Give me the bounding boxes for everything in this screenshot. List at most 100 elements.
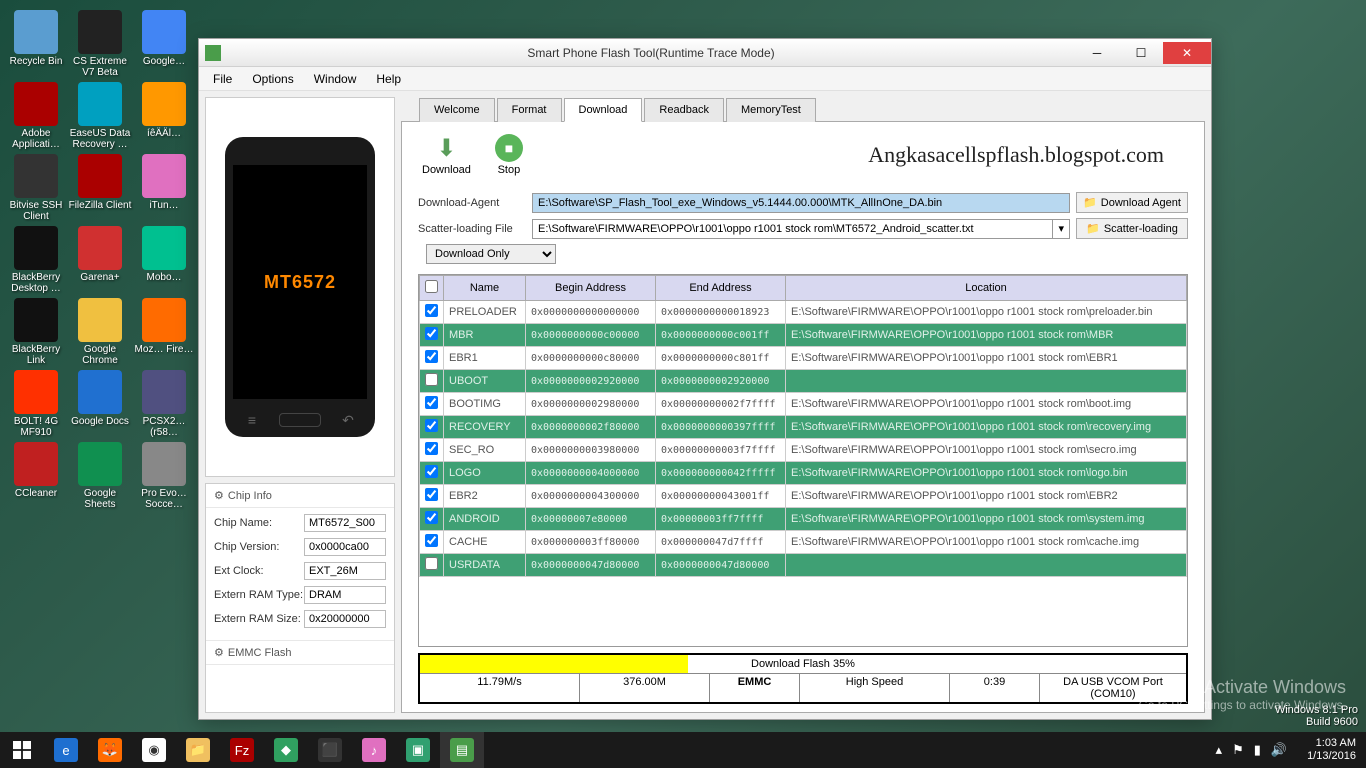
- menu-file[interactable]: File: [203, 69, 242, 89]
- tray-volume-icon[interactable]: 🔊: [1271, 742, 1287, 758]
- row-checkbox[interactable]: [425, 350, 438, 363]
- table-row[interactable]: SEC_RO0x00000000039800000x00000000003f7f…: [420, 439, 1187, 462]
- row-checkbox[interactable]: [425, 442, 438, 455]
- row-checkbox[interactable]: [425, 327, 438, 340]
- col-header[interactable]: End Address: [656, 276, 786, 301]
- download-mode-select[interactable]: Download Only: [426, 244, 556, 264]
- info-value[interactable]: [304, 514, 386, 532]
- desktop-icon-17[interactable]: PCSX2… (r58…: [132, 370, 196, 438]
- task-firefox[interactable]: 🦊: [88, 732, 132, 768]
- table-row[interactable]: MBR0x0000000000c000000x0000000000c001ffE…: [420, 324, 1187, 347]
- system-tray[interactable]: ▴ ⚑ ▮ 🔊 1:03 AM 1/13/2016: [1216, 737, 1366, 763]
- tab-download[interactable]: Download: [564, 98, 643, 122]
- task-explorer[interactable]: 📁: [176, 732, 220, 768]
- desktop-icon-9[interactable]: BlackBerry Desktop …: [4, 226, 68, 294]
- desktop-icon-12[interactable]: BlackBerry Link: [4, 298, 68, 366]
- table-row[interactable]: EBR20x00000000043000000x00000000043001ff…: [420, 485, 1187, 508]
- task-filezilla[interactable]: Fz: [220, 732, 264, 768]
- minimize-button[interactable]: ─: [1075, 42, 1119, 64]
- tray-date[interactable]: 1/13/2016: [1307, 750, 1356, 763]
- tab-memorytest[interactable]: MemoryTest: [726, 98, 816, 122]
- desktop-icon-18[interactable]: CCleaner: [4, 442, 68, 499]
- desktop-icon-1[interactable]: CS Extreme V7 Beta: [68, 10, 132, 78]
- desktop-icon-20[interactable]: Pro Evo… Socce…: [132, 442, 196, 510]
- stop-button[interactable]: ■ Stop: [495, 134, 523, 176]
- tab-readback[interactable]: Readback: [644, 98, 724, 122]
- col-header[interactable]: Name: [444, 276, 526, 301]
- row-checkbox[interactable]: [425, 373, 438, 386]
- tab-welcome[interactable]: Welcome: [419, 98, 495, 122]
- menu-help[interactable]: Help: [366, 69, 411, 89]
- desktop: Recycle BinCS Extreme V7 BetaGoogle… Adob…: [0, 0, 200, 720]
- phone-menu-icon: ≡: [243, 413, 261, 427]
- desktop-icon-14[interactable]: Moz… Fire…: [132, 298, 196, 355]
- tab-format[interactable]: Format: [497, 98, 562, 122]
- desktop-icon-13[interactable]: Google Chrome: [68, 298, 132, 366]
- maximize-button[interactable]: ☐: [1119, 42, 1163, 64]
- table-row[interactable]: ANDROID0x00000007e800000x00000003ff7ffff…: [420, 508, 1187, 531]
- download-button[interactable]: ⬇ Download: [422, 134, 471, 176]
- desktop-icon-11[interactable]: Mobo…: [132, 226, 196, 283]
- row-checkbox[interactable]: [425, 534, 438, 547]
- info-value[interactable]: [304, 586, 386, 604]
- table-row[interactable]: UBOOT0x00000000029200000x000000000292000…: [420, 370, 1187, 393]
- col-header[interactable]: Begin Address: [526, 276, 656, 301]
- desktop-icon-8[interactable]: iTun…: [132, 154, 196, 211]
- desktop-icon-2[interactable]: Google…: [132, 10, 196, 67]
- task-itunes[interactable]: ♪: [352, 732, 396, 768]
- menu-window[interactable]: Window: [304, 69, 367, 89]
- row-checkbox[interactable]: [425, 396, 438, 409]
- tray-up-icon[interactable]: ▴: [1216, 742, 1223, 758]
- select-all-checkbox[interactable]: [425, 280, 438, 293]
- desktop-icon-7[interactable]: FileZilla Client: [68, 154, 132, 211]
- info-value[interactable]: [304, 610, 386, 628]
- info-value[interactable]: [304, 562, 386, 580]
- col-header[interactable]: Location: [786, 276, 1187, 301]
- task-app[interactable]: ◆: [264, 732, 308, 768]
- task-ie[interactable]: e: [44, 732, 88, 768]
- titlebar[interactable]: Smart Phone Flash Tool(Runtime Trace Mod…: [199, 39, 1211, 67]
- desktop-icon-10[interactable]: Garena+: [68, 226, 132, 283]
- table-row[interactable]: BOOTIMG0x00000000029800000x00000000002f7…: [420, 393, 1187, 416]
- table-row[interactable]: CACHE0x000000003ff800000x000000047d7ffff…: [420, 531, 1187, 554]
- table-row[interactable]: USRDATA0x0000000047d800000x0000000047d80…: [420, 554, 1187, 577]
- info-value[interactable]: [304, 538, 386, 556]
- desktop-icon-5[interactable]: íêÄÄl…: [132, 82, 196, 139]
- scatter-btn-label: Scatter-loading: [1104, 223, 1178, 235]
- task-chrome[interactable]: ◉: [132, 732, 176, 768]
- scatter-loading-button[interactable]: 📁Scatter-loading: [1076, 218, 1188, 239]
- table-row[interactable]: PRELOADER0x00000000000000000x00000000000…: [420, 301, 1187, 324]
- start-button[interactable]: [0, 732, 44, 768]
- row-checkbox[interactable]: [425, 511, 438, 524]
- download-agent-path[interactable]: E:\Software\SP_Flash_Tool_exe_Windows_v5…: [532, 193, 1070, 213]
- row-checkbox[interactable]: [425, 419, 438, 432]
- row-checkbox[interactable]: [425, 465, 438, 478]
- task-spflash-active[interactable]: ▤: [440, 732, 484, 768]
- icon-label: Google Sheets: [68, 488, 132, 510]
- close-button[interactable]: ✕: [1163, 42, 1211, 64]
- table-row[interactable]: RECOVERY0x0000000002f800000x000000000039…: [420, 416, 1187, 439]
- desktop-icon-4[interactable]: EaseUS Data Recovery …: [68, 82, 132, 150]
- desktop-icon-19[interactable]: Google Sheets: [68, 442, 132, 510]
- desktop-icon-6[interactable]: Bitvise SSH Client: [4, 154, 68, 222]
- desktop-icon-3[interactable]: Adobe Applicati…: [4, 82, 68, 150]
- tray-flag-icon[interactable]: ⚑: [1232, 742, 1244, 758]
- task-app2[interactable]: ⬛: [308, 732, 352, 768]
- desktop-icon-16[interactable]: Google Docs: [68, 370, 132, 427]
- row-checkbox[interactable]: [425, 304, 438, 317]
- scatter-path[interactable]: E:\Software\FIRMWARE\OPPO\r1001\oppo r10…: [533, 220, 1052, 238]
- menu-options[interactable]: Options: [242, 69, 303, 89]
- row-checkbox[interactable]: [425, 488, 438, 501]
- scatter-dropdown-icon[interactable]: ▾: [1052, 220, 1069, 238]
- partition-table[interactable]: NameBegin AddressEnd AddressLocation PRE…: [418, 274, 1188, 647]
- icon-label: Recycle Bin: [4, 56, 68, 67]
- download-agent-button[interactable]: 📁Download Agent: [1076, 192, 1188, 213]
- tray-network-icon[interactable]: ▮: [1254, 742, 1261, 758]
- desktop-icon-15[interactable]: BOLT! 4G MF910: [4, 370, 68, 438]
- task-app3[interactable]: ▣: [396, 732, 440, 768]
- desktop-icon-0[interactable]: Recycle Bin: [4, 10, 68, 67]
- table-row[interactable]: EBR10x0000000000c800000x0000000000c801ff…: [420, 347, 1187, 370]
- tray-time[interactable]: 1:03 AM: [1307, 737, 1356, 750]
- table-row[interactable]: LOGO0x00000000040000000x000000000042ffff…: [420, 462, 1187, 485]
- row-checkbox[interactable]: [425, 557, 438, 570]
